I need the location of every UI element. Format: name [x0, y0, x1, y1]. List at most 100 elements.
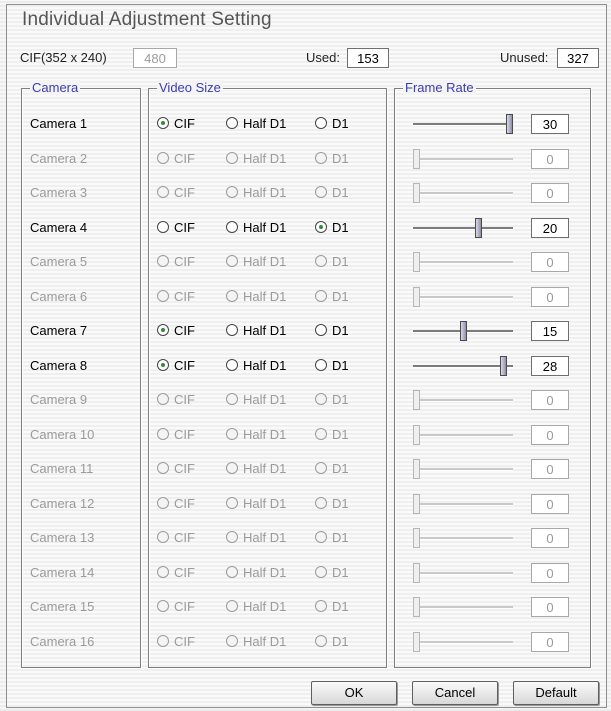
frame-rate-slider-track[interactable] — [413, 123, 513, 126]
d1-radio[interactable] — [315, 117, 327, 129]
cif-radio[interactable] — [157, 324, 169, 336]
video-size-group-legend: Video Size — [157, 80, 223, 95]
d1-radio[interactable] — [315, 221, 327, 233]
d1-radio-option: D1 — [315, 458, 349, 480]
cif-radio-option[interactable]: CIF — [157, 217, 195, 239]
half-d1-radio-option: Half D1 — [226, 389, 286, 411]
cif-radio-label: CIF — [174, 254, 195, 269]
cif-radio — [157, 566, 169, 578]
d1-radio-label: D1 — [332, 530, 349, 545]
cif-radio-label: CIF — [174, 392, 195, 407]
half-d1-radio-label: Half D1 — [243, 634, 287, 649]
half-d1-radio-label: Half D1 — [243, 220, 287, 235]
frame-rate-slider-thumb[interactable] — [500, 356, 507, 376]
half-d1-radio[interactable] — [226, 359, 238, 371]
frame-rate-slider-thumb[interactable] — [475, 218, 482, 238]
half-d1-radio — [226, 186, 238, 198]
cif-radio-option[interactable]: CIF — [157, 113, 195, 135]
half-d1-radio-option: Half D1 — [226, 493, 286, 515]
half-d1-radio-label: Half D1 — [243, 323, 287, 338]
default-button[interactable]: Default — [513, 681, 599, 705]
frame-rate-slider-track — [413, 537, 513, 540]
d1-radio[interactable] — [315, 359, 327, 371]
frame-rate-slider-thumb[interactable] — [506, 114, 513, 134]
half-d1-radio[interactable] — [226, 221, 238, 233]
d1-radio-option: D1 — [315, 527, 349, 549]
frame-rate-slider-thumb — [413, 563, 420, 583]
frame-rate-slider-track[interactable] — [413, 365, 513, 368]
d1-radio-option[interactable]: D1 — [315, 113, 349, 135]
frame-rate-input: 0 — [531, 425, 569, 445]
d1-radio-option: D1 — [315, 182, 349, 204]
d1-radio — [315, 428, 327, 440]
frame-rate-slider-track[interactable] — [413, 227, 513, 230]
camera-name: Camera 16 — [30, 634, 95, 649]
d1-radio-option[interactable]: D1 — [315, 217, 349, 239]
half-d1-radio — [226, 566, 238, 578]
cif-radio-option[interactable]: CIF — [157, 355, 195, 377]
cif-radio-option: CIF — [157, 424, 195, 446]
d1-radio — [315, 186, 327, 198]
d1-radio-label: D1 — [332, 220, 349, 235]
camera-name: Camera 14 — [30, 565, 95, 580]
frame-rate-input[interactable]: 15 — [531, 321, 569, 341]
cif-radio-option: CIF — [157, 527, 195, 549]
half-d1-radio-option[interactable]: Half D1 — [226, 217, 286, 239]
d1-radio-option: D1 — [315, 389, 349, 411]
cif-radio-label: CIF — [174, 565, 195, 580]
half-d1-radio-label: Half D1 — [243, 116, 287, 131]
camera-name: Camera 6 — [30, 289, 88, 304]
d1-radio-option: D1 — [315, 148, 349, 170]
frame-rate-slider-thumb — [413, 252, 420, 272]
d1-radio-option: D1 — [315, 596, 349, 618]
half-d1-radio-label: Half D1 — [243, 151, 287, 166]
cif-radio[interactable] — [157, 359, 169, 371]
d1-radio-label: D1 — [332, 254, 349, 269]
frame-rate-slider-track — [413, 192, 513, 195]
camera-group-legend: Camera — [30, 80, 81, 95]
half-d1-radio-option[interactable]: Half D1 — [226, 113, 286, 135]
cif-radio — [157, 186, 169, 198]
cif-radio-label: CIF — [174, 116, 195, 131]
cif-radio-option[interactable]: CIF — [157, 320, 195, 342]
d1-radio-option[interactable]: D1 — [315, 355, 349, 377]
frame-rate-input[interactable]: 28 — [531, 356, 569, 376]
ok-button[interactable]: OK — [311, 681, 397, 705]
half-d1-radio-option[interactable]: Half D1 — [226, 355, 286, 377]
unused-value: 327 — [557, 48, 599, 68]
frame-rate-slider-track — [413, 641, 513, 644]
d1-radio-label: D1 — [332, 427, 349, 442]
cif-radio-option: CIF — [157, 286, 195, 308]
d1-radio-label: D1 — [332, 185, 349, 200]
frame-rate-input: 0 — [531, 459, 569, 479]
half-d1-radio-label: Half D1 — [243, 461, 287, 476]
half-d1-radio-option: Half D1 — [226, 148, 286, 170]
half-d1-radio-label: Half D1 — [243, 392, 287, 407]
frame-rate-slider-thumb — [413, 459, 420, 479]
half-d1-radio-option[interactable]: Half D1 — [226, 320, 286, 342]
d1-radio[interactable] — [315, 324, 327, 336]
half-d1-radio[interactable] — [226, 324, 238, 336]
half-d1-radio[interactable] — [226, 117, 238, 129]
cif-radio[interactable] — [157, 117, 169, 129]
half-d1-radio-option: Half D1 — [226, 631, 286, 653]
frame-rate-input[interactable]: 30 — [531, 114, 569, 134]
cif-radio-option: CIF — [157, 596, 195, 618]
cif-radio-option: CIF — [157, 389, 195, 411]
frame-rate-slider-thumb[interactable] — [460, 321, 467, 341]
half-d1-radio — [226, 393, 238, 405]
frame-rate-slider-thumb — [413, 597, 420, 617]
cancel-button[interactable]: Cancel — [412, 681, 498, 705]
half-d1-radio-label: Half D1 — [243, 185, 287, 200]
d1-radio-option[interactable]: D1 — [315, 320, 349, 342]
frame-rate-input[interactable]: 20 — [531, 218, 569, 238]
camera-name: Camera 11 — [30, 461, 94, 476]
half-d1-radio-option: Half D1 — [226, 596, 286, 618]
frame-rate-slider-thumb — [413, 149, 420, 169]
cif-radio[interactable] — [157, 221, 169, 233]
half-d1-radio-option: Half D1 — [226, 251, 286, 273]
frame-rate-slider-track — [413, 572, 513, 575]
half-d1-radio — [226, 255, 238, 267]
camera-name: Camera 5 — [30, 254, 88, 269]
frame-rate-input: 0 — [531, 563, 569, 583]
